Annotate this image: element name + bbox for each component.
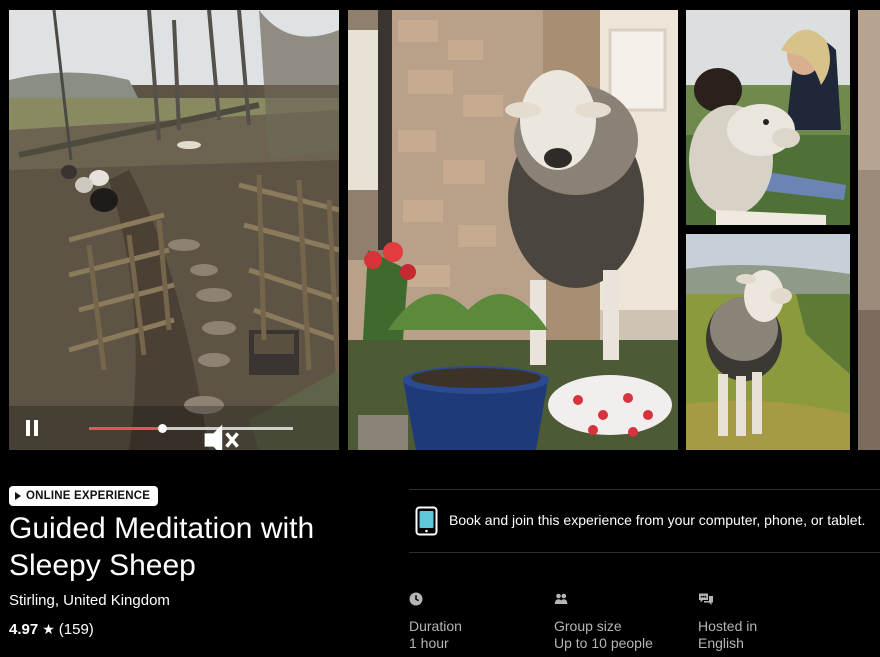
host-with-sheep-photo[interactable] (686, 10, 850, 225)
play-triangle-icon (15, 492, 21, 500)
language-label: Hosted in (698, 618, 758, 634)
online-experience-badge: ONLINE EXPERIENCE (9, 486, 159, 506)
video-controls (9, 406, 339, 450)
duration-value: 1 hour (409, 635, 449, 651)
experience-location[interactable]: Stirling, United Kingdom (9, 592, 170, 609)
detail-duration: Duration 1 hour (409, 592, 539, 652)
detail-group-size: Group size Up to 10 people (554, 592, 684, 652)
chat-bubbles-icon (699, 593, 713, 605)
fullscreen-icon[interactable] (307, 418, 339, 450)
duration-label: Duration (409, 618, 462, 634)
device-availability-text: Book and join this experience from your … (449, 512, 866, 528)
video-frame-farm-path (9, 10, 339, 450)
tablet-device-icon (415, 506, 438, 536)
star-icon: ★ (42, 621, 55, 637)
next-photo-preview[interactable] (858, 10, 880, 450)
group-size-label: Group size (554, 618, 622, 634)
sheep-by-cottage-photo[interactable] (348, 10, 678, 450)
clock-icon (409, 592, 423, 606)
photo-gallery (9, 10, 880, 450)
divider (409, 489, 880, 490)
experience-title: Guided Meditation with Sleepy Sheep (9, 512, 315, 582)
review-count-link[interactable]: (159) (59, 621, 94, 638)
badge-label: ONLINE EXPERIENCE (26, 490, 151, 502)
divider (409, 552, 880, 553)
experience-video[interactable] (9, 10, 339, 450)
volume-muted-icon[interactable] (55, 418, 339, 450)
video-progress-bar[interactable] (89, 424, 293, 433)
detail-language: Hosted in English (698, 592, 828, 652)
people-icon (554, 593, 568, 604)
pause-button[interactable] (25, 420, 39, 436)
language-value: English (698, 635, 744, 651)
sheep-on-hill-photo[interactable] (686, 234, 850, 450)
group-size-value: Up to 10 people (554, 635, 653, 651)
rating-value: 4.97 (9, 621, 39, 638)
video-progress-fill (89, 427, 163, 430)
rating-summary: 4.97 ★ (159) (9, 621, 94, 638)
